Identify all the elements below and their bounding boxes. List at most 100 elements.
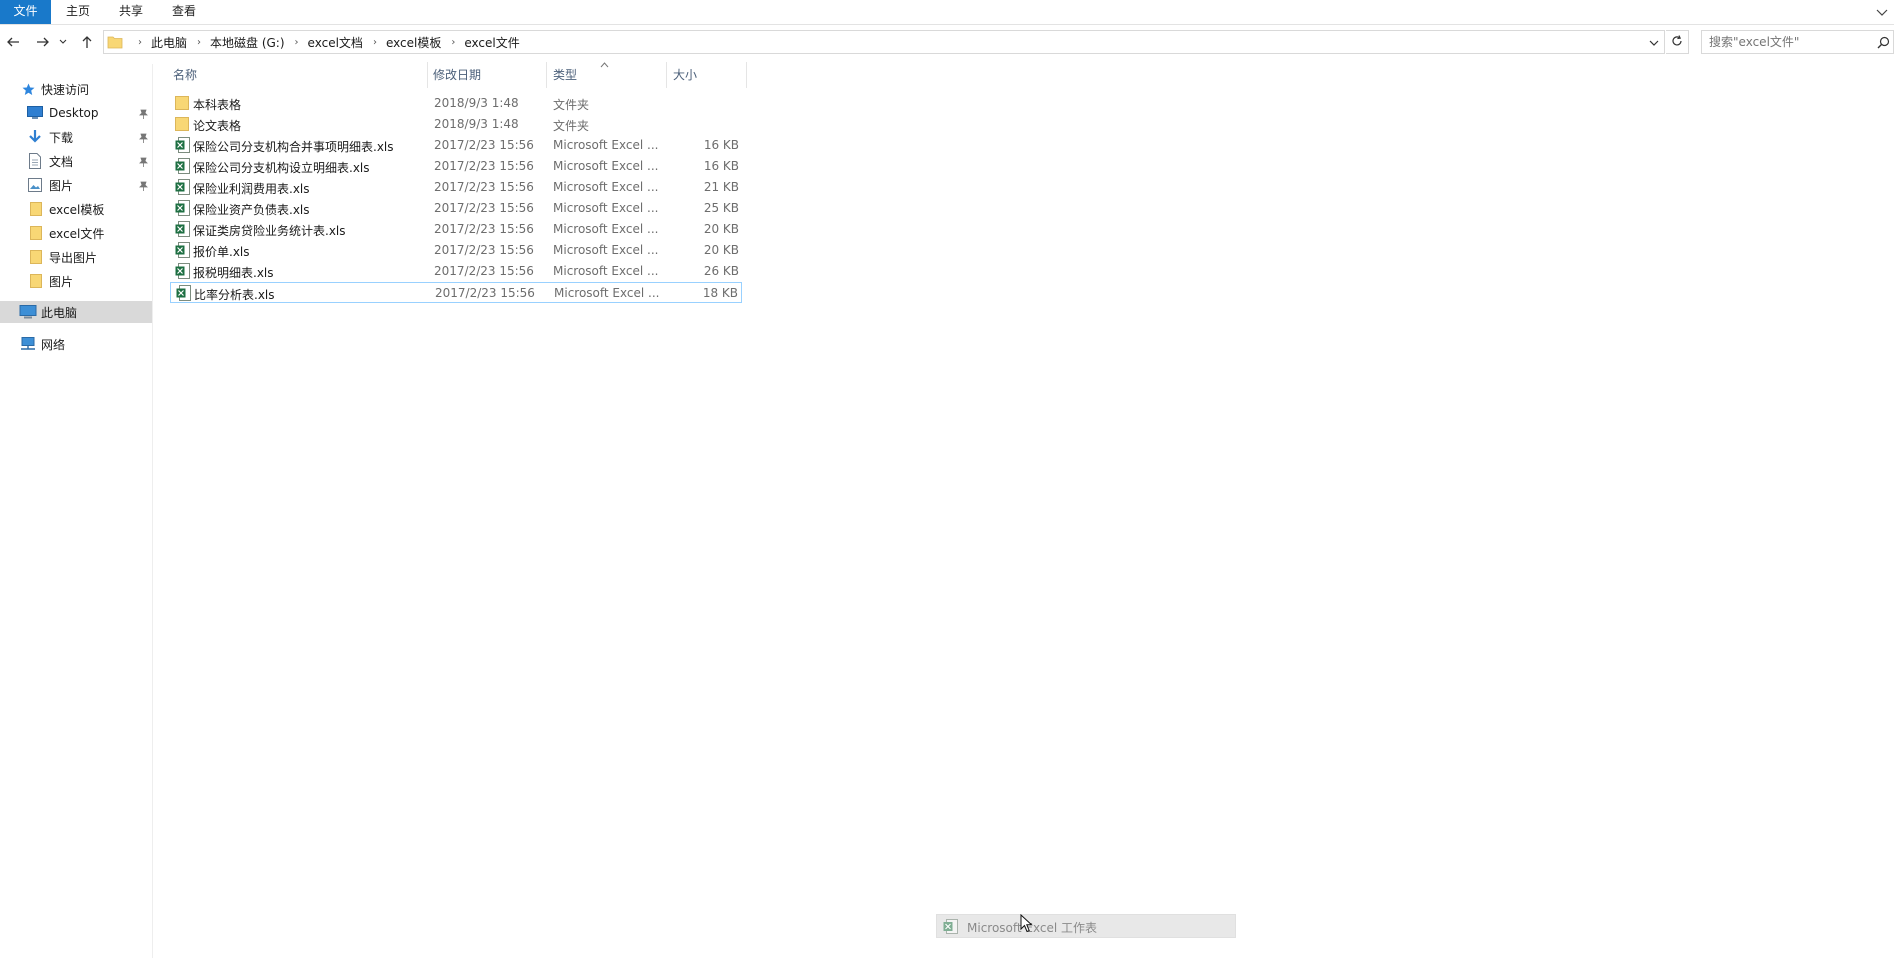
tab-home[interactable]: 主页 bbox=[58, 0, 98, 24]
file-size: 26 KB bbox=[703, 264, 739, 278]
column-divider[interactable] bbox=[746, 62, 747, 88]
file-row[interactable]: 保证类房贷险业务统计表.xls 2017/2/23 15:56 Microsof… bbox=[170, 219, 742, 240]
column-header-type[interactable]: 类型 bbox=[553, 62, 663, 88]
breadcrumb-excel-docs[interactable]: excel文档 bbox=[308, 34, 363, 51]
breadcrumb-separator[interactable]: › bbox=[373, 37, 377, 48]
sidebar-item-label: 导出图片 bbox=[49, 250, 98, 265]
breadcrumb-this-pc[interactable]: 此电脑 bbox=[151, 34, 187, 51]
expand-ribbon-chevron-icon[interactable] bbox=[1876, 6, 1888, 18]
column-header-date[interactable]: 修改日期 bbox=[433, 62, 543, 88]
pin-icon[interactable] bbox=[139, 156, 148, 170]
sidebar-item-pictures[interactable]: 图片 bbox=[0, 174, 152, 196]
pin-icon[interactable] bbox=[139, 132, 148, 146]
breadcrumb-separator[interactable]: › bbox=[138, 37, 142, 48]
file-row[interactable]: 保险业资产负债表.xls 2017/2/23 15:56 Microsoft E… bbox=[170, 198, 742, 219]
file-row[interactable]: 保险公司分支机构合并事项明细表.xls 2017/2/23 15:56 Micr… bbox=[170, 135, 742, 156]
sidebar-item-label: 快速访问 bbox=[41, 82, 90, 97]
up-arrow-icon[interactable] bbox=[76, 29, 98, 55]
file-row[interactable]: 论文表格 2018/9/3 1:48 文件夹 bbox=[170, 114, 742, 135]
address-bar[interactable]: › 此电脑 › 本地磁盘 (G:) › excel文档 › excel模板 › … bbox=[103, 30, 1665, 54]
file-name: 本科表格 bbox=[193, 98, 242, 112]
search-icon[interactable] bbox=[1877, 36, 1890, 52]
tab-file[interactable]: 文件 bbox=[0, 0, 51, 24]
breadcrumb-separator[interactable]: › bbox=[197, 37, 201, 48]
breadcrumb-separator[interactable]: › bbox=[451, 37, 455, 48]
file-date: 2017/2/23 15:56 bbox=[434, 201, 534, 215]
recent-locations-chevron-icon[interactable] bbox=[56, 29, 70, 55]
column-header-size[interactable]: 大小 bbox=[673, 62, 743, 88]
back-arrow-icon[interactable] bbox=[2, 29, 24, 55]
file-row[interactable]: 保险业利润费用表.xls 2017/2/23 15:56 Microsoft E… bbox=[170, 177, 742, 198]
breadcrumb: › 此电脑 › 本地磁盘 (G:) › excel文档 › excel模板 › … bbox=[128, 31, 520, 53]
excel-file-icon bbox=[175, 242, 190, 261]
file-type: Microsoft Excel ... bbox=[553, 264, 659, 278]
forward-arrow-icon[interactable] bbox=[32, 29, 54, 55]
column-divider[interactable] bbox=[546, 62, 547, 88]
folder-icon bbox=[175, 95, 189, 114]
tab-share[interactable]: 共享 bbox=[110, 0, 152, 24]
folder-icon bbox=[175, 116, 189, 135]
search-box bbox=[1701, 30, 1894, 54]
sidebar-item-documents[interactable]: 文档 bbox=[0, 150, 152, 172]
breadcrumb-local-disk[interactable]: 本地磁盘 (G:) bbox=[210, 34, 285, 51]
sidebar-item-export-images[interactable]: 导出图片 bbox=[0, 246, 152, 268]
excel-file-icon bbox=[175, 158, 190, 177]
address-history-chevron-icon[interactable] bbox=[1649, 37, 1659, 51]
file-row[interactable]: 保险公司分支机构设立明细表.xls 2017/2/23 15:56 Micros… bbox=[170, 156, 742, 177]
sidebar-item-quick-access[interactable]: 快速访问 bbox=[0, 78, 152, 100]
file-size: 16 KB bbox=[703, 138, 739, 152]
excel-file-icon bbox=[175, 263, 190, 282]
file-name: 比率分析表.xls bbox=[194, 288, 275, 302]
sidebar-item-images[interactable]: 图片 bbox=[0, 270, 152, 292]
pin-icon[interactable] bbox=[139, 108, 148, 122]
sidebar-item-label: excel模板 bbox=[49, 202, 105, 217]
folder-icon bbox=[30, 202, 42, 216]
file-name: 保险业资产负债表.xls bbox=[193, 203, 310, 217]
folder-icon bbox=[30, 274, 42, 288]
sidebar-item-network[interactable]: 网络 bbox=[0, 333, 152, 355]
download-icon bbox=[28, 129, 42, 145]
file-date: 2017/2/23 15:56 bbox=[434, 243, 534, 257]
breadcrumb-excel-files[interactable]: excel文件 bbox=[464, 34, 519, 51]
file-row-selected[interactable]: 比率分析表.xls 2017/2/23 15:56 Microsoft Exce… bbox=[170, 282, 742, 303]
tab-view[interactable]: 查看 bbox=[163, 0, 205, 24]
file-row[interactable]: 报价单.xls 2017/2/23 15:56 Microsoft Excel … bbox=[170, 240, 742, 261]
breadcrumb-excel-templates[interactable]: excel模板 bbox=[386, 34, 441, 51]
refresh-button[interactable] bbox=[1666, 30, 1689, 54]
sidebar-item-excel-templates[interactable]: excel模板 bbox=[0, 198, 152, 220]
column-header-name[interactable]: 名称 bbox=[173, 62, 423, 88]
sidebar-item-label: Desktop bbox=[49, 106, 99, 120]
file-type: 文件夹 bbox=[553, 98, 590, 112]
file-type: 文件夹 bbox=[553, 119, 590, 133]
column-divider[interactable] bbox=[666, 62, 667, 88]
folder-icon bbox=[107, 34, 123, 53]
folder-icon bbox=[30, 250, 42, 264]
column-divider[interactable] bbox=[427, 62, 428, 88]
sidebar-item-label: 图片 bbox=[49, 178, 74, 193]
breadcrumb-separator[interactable]: › bbox=[295, 37, 299, 48]
file-name: 保险公司分支机构合并事项明细表.xls bbox=[193, 140, 394, 154]
file-type: Microsoft Excel ... bbox=[553, 180, 659, 194]
tooltip: Microsoft Excel 工作表 bbox=[936, 914, 1236, 938]
pictures-icon bbox=[28, 178, 42, 192]
file-size: 20 KB bbox=[703, 222, 739, 236]
excel-file-icon bbox=[175, 179, 190, 198]
sidebar-item-desktop[interactable]: Desktop bbox=[0, 102, 152, 124]
file-type: Microsoft Excel ... bbox=[553, 201, 659, 215]
sidebar-item-label: 网络 bbox=[41, 337, 66, 352]
file-name: 保险公司分支机构设立明细表.xls bbox=[193, 161, 370, 175]
file-date: 2017/2/23 15:56 bbox=[434, 222, 534, 236]
sidebar-item-this-pc[interactable]: 此电脑 bbox=[0, 301, 152, 323]
file-name: 保险业利润费用表.xls bbox=[193, 182, 310, 196]
file-type: Microsoft Excel ... bbox=[553, 222, 659, 236]
pin-icon[interactable] bbox=[139, 180, 148, 194]
file-size: 21 KB bbox=[703, 180, 739, 194]
sidebar-item-label: 下载 bbox=[49, 130, 74, 145]
file-row[interactable]: 本科表格 2018/9/3 1:48 文件夹 bbox=[170, 93, 742, 114]
file-row[interactable]: 报税明细表.xls 2017/2/23 15:56 Microsoft Exce… bbox=[170, 261, 742, 282]
sidebar-item-downloads[interactable]: 下载 bbox=[0, 126, 152, 148]
sidebar-item-excel-files[interactable]: excel文件 bbox=[0, 222, 152, 244]
navigation-bar: › 此电脑 › 本地磁盘 (G:) › excel文档 › excel模板 › … bbox=[0, 29, 1894, 55]
sidebar-item-label: 文档 bbox=[49, 154, 74, 169]
search-input[interactable] bbox=[1709, 31, 1869, 53]
